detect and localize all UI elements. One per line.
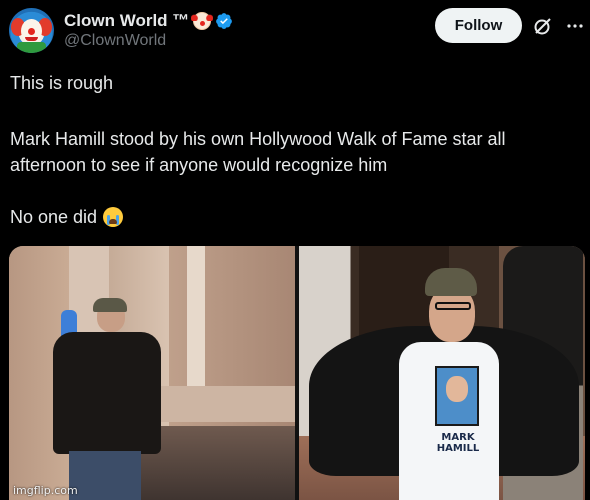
post-text-closing: No one did bbox=[10, 204, 124, 230]
media-photo-left[interactable]: imgflip.com bbox=[9, 246, 295, 500]
post-header: Clown World ™ @ClownWorld Follow bbox=[0, 0, 590, 60]
post-text-line4: No one did bbox=[10, 207, 98, 227]
author-avatar[interactable] bbox=[9, 8, 54, 53]
verified-badge-icon bbox=[215, 12, 233, 30]
photo-person-legs bbox=[69, 451, 141, 500]
more-options-icon[interactable] bbox=[565, 16, 585, 36]
post-text-line2: Mark Hamill stood by his own Hollywood W… bbox=[10, 129, 506, 149]
avatar-tree bbox=[17, 42, 46, 53]
photo-person-body bbox=[53, 332, 161, 454]
shirt-print-face bbox=[446, 376, 468, 402]
avatar-mouth bbox=[25, 37, 38, 41]
photo-glasses bbox=[435, 302, 471, 310]
photo-person-cap bbox=[425, 268, 477, 296]
media-photo-right[interactable]: MARK HAMILL bbox=[299, 246, 585, 500]
author-handle[interactable]: @ClownWorld bbox=[64, 32, 166, 50]
photo-person-cap bbox=[93, 298, 127, 312]
imgflip-watermark: imgflip.com bbox=[13, 484, 78, 497]
author-name[interactable]: Clown World ™ bbox=[64, 11, 189, 31]
author-name-row[interactable]: Clown World ™ bbox=[64, 10, 233, 32]
post-text-line1: This is rough bbox=[10, 73, 114, 93]
grok-icon[interactable] bbox=[533, 16, 553, 36]
post-text-line3: afternoon to see if anyone would recogni… bbox=[10, 155, 388, 175]
avatar-nose bbox=[28, 28, 35, 35]
follow-button[interactable]: Follow bbox=[435, 8, 522, 43]
post-media[interactable]: imgflip.com MARK HAMILL bbox=[9, 246, 585, 500]
post-text-paragraph: Mark Hamill stood by his own Hollywood W… bbox=[10, 126, 585, 178]
crying-emoji-icon bbox=[103, 207, 124, 227]
shirt-print-text: MARK HAMILL bbox=[436, 432, 480, 454]
clown-emoji-icon bbox=[191, 12, 214, 30]
photo-ledge bbox=[149, 386, 295, 422]
